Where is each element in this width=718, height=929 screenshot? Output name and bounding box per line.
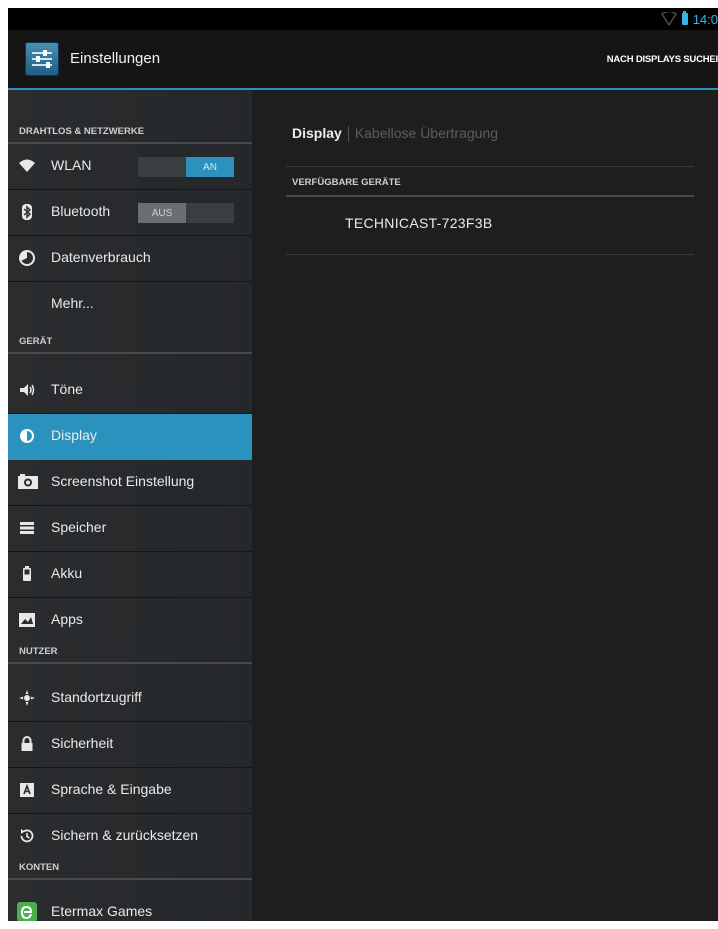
bluetooth-toggle[interactable]: AUS xyxy=(138,203,234,223)
sidebar-item-battery[interactable]: Akku xyxy=(8,552,252,598)
battery-status-icon xyxy=(681,11,688,25)
location-icon xyxy=(18,689,36,707)
sidebar-item-location[interactable]: Standortzugriff xyxy=(8,676,252,722)
sidebar-item-label: Speicher xyxy=(51,519,107,535)
sidebar-item-data-usage[interactable]: Datenverbrauch xyxy=(8,236,252,282)
etermax-icon xyxy=(16,901,38,921)
section-header-wireless: DRAHTLOS & NETZWERKE xyxy=(8,116,252,144)
section-header-label: GERÄT xyxy=(19,336,53,347)
sidebar-item-label: Bluetooth xyxy=(51,203,111,219)
sidebar-item-label: Datenverbrauch xyxy=(51,249,151,265)
sidebar-item-more[interactable]: Mehr... xyxy=(8,282,252,327)
toggle-state: AN xyxy=(186,157,234,177)
wifi-icon xyxy=(18,157,36,175)
device-row[interactable]: TECHNICAST-723F3B xyxy=(286,197,694,255)
sidebar-item-label: Sicherheit xyxy=(51,735,114,751)
wlan-toggle[interactable]: AN xyxy=(138,157,234,177)
divider xyxy=(286,166,694,167)
tab-wireless-display[interactable]: Kabellose Übertragung xyxy=(355,125,498,141)
data-usage-icon xyxy=(18,249,36,267)
section-header-device: GERÄT xyxy=(8,326,252,354)
storage-icon xyxy=(18,519,36,537)
bluetooth-icon xyxy=(18,203,36,221)
sidebar-item-sounds[interactable]: Töne xyxy=(8,368,252,414)
section-header-accounts: KONTEN xyxy=(8,852,252,880)
sidebar-item-label: Sprache & Eingabe xyxy=(51,781,172,797)
detail-pane: Display Kabellose Übertragung VERFÜGBARE … xyxy=(252,90,718,921)
display-icon xyxy=(18,427,36,445)
sidebar-item-etermax[interactable]: Etermax Games xyxy=(8,890,252,921)
tab-separator xyxy=(347,126,349,143)
sidebar-item-label: Akku xyxy=(51,565,83,581)
keyboard-icon xyxy=(18,781,36,799)
settings-list: DRAHTLOS & NETZWERKE WLAN AN Bluetooth A… xyxy=(8,90,252,921)
section-header-available-devices: VERFÜGBARE GERÄTE xyxy=(286,173,694,197)
sidebar-item-label: Mehr... xyxy=(51,295,94,311)
sidebar-item-label: Screenshot Einstellung xyxy=(51,473,195,489)
sidebar-item-security[interactable]: Sicherheit xyxy=(8,722,252,768)
lock-icon xyxy=(18,735,36,753)
search-displays-button[interactable]: NACH DISPLAYS SUCHEI xyxy=(607,54,718,65)
sidebar-item-label: Apps xyxy=(51,611,83,627)
camera-icon xyxy=(17,473,39,491)
sidebar-item-storage[interactable]: Speicher xyxy=(8,506,252,552)
toggle-state: AUS xyxy=(138,203,186,223)
battery-icon xyxy=(18,565,36,583)
section-header-label: VERFÜGBARE GERÄTE xyxy=(292,177,401,188)
volume-icon xyxy=(18,381,36,399)
section-header-label: NUTZER xyxy=(19,646,58,657)
sidebar-item-screenshot[interactable]: Screenshot Einstellung xyxy=(8,460,252,506)
sidebar-item-language[interactable]: Sprache & Eingabe xyxy=(8,768,252,814)
tab-display[interactable]: Display xyxy=(292,125,342,141)
settings-app-icon[interactable] xyxy=(25,42,59,76)
sidebar-item-label: Etermax Games xyxy=(51,903,153,919)
section-header-label: DRAHTLOS & NETZWERKE xyxy=(19,126,145,137)
tablet-screen: 14:0 Einstellungen NACH DISPLAYS SUCHEI … xyxy=(8,8,718,921)
clock: 14:0 xyxy=(692,11,718,27)
sidebar-item-label: Sichern & zurücksetzen xyxy=(51,827,199,843)
status-icons: 14:0 xyxy=(660,11,718,27)
sidebar-item-label: Standortzugriff xyxy=(51,689,142,705)
apps-icon xyxy=(18,611,36,629)
device-name: TECHNICAST-723F3B xyxy=(345,215,493,231)
sidebar-item-bluetooth[interactable]: Bluetooth AUS xyxy=(8,190,252,236)
sidebar-item-display[interactable]: Display xyxy=(8,414,252,460)
sidebar-item-label: Töne xyxy=(51,381,83,397)
display-tabs: Display Kabellose Übertragung xyxy=(292,125,498,143)
action-bar: Einstellungen NACH DISPLAYS SUCHEI xyxy=(8,30,718,90)
app-title: Einstellungen xyxy=(70,50,161,67)
backup-icon xyxy=(18,827,36,845)
section-header-label: KONTEN xyxy=(19,862,60,873)
sidebar-item-wlan[interactable]: WLAN AN xyxy=(8,144,252,190)
sidebar-item-label: WLAN xyxy=(51,157,92,173)
status-bar: 14:0 xyxy=(8,8,718,30)
sidebar-item-label: Display xyxy=(51,427,97,443)
wifi-signal-icon xyxy=(660,12,677,26)
section-header-user: NUTZER xyxy=(8,636,252,664)
